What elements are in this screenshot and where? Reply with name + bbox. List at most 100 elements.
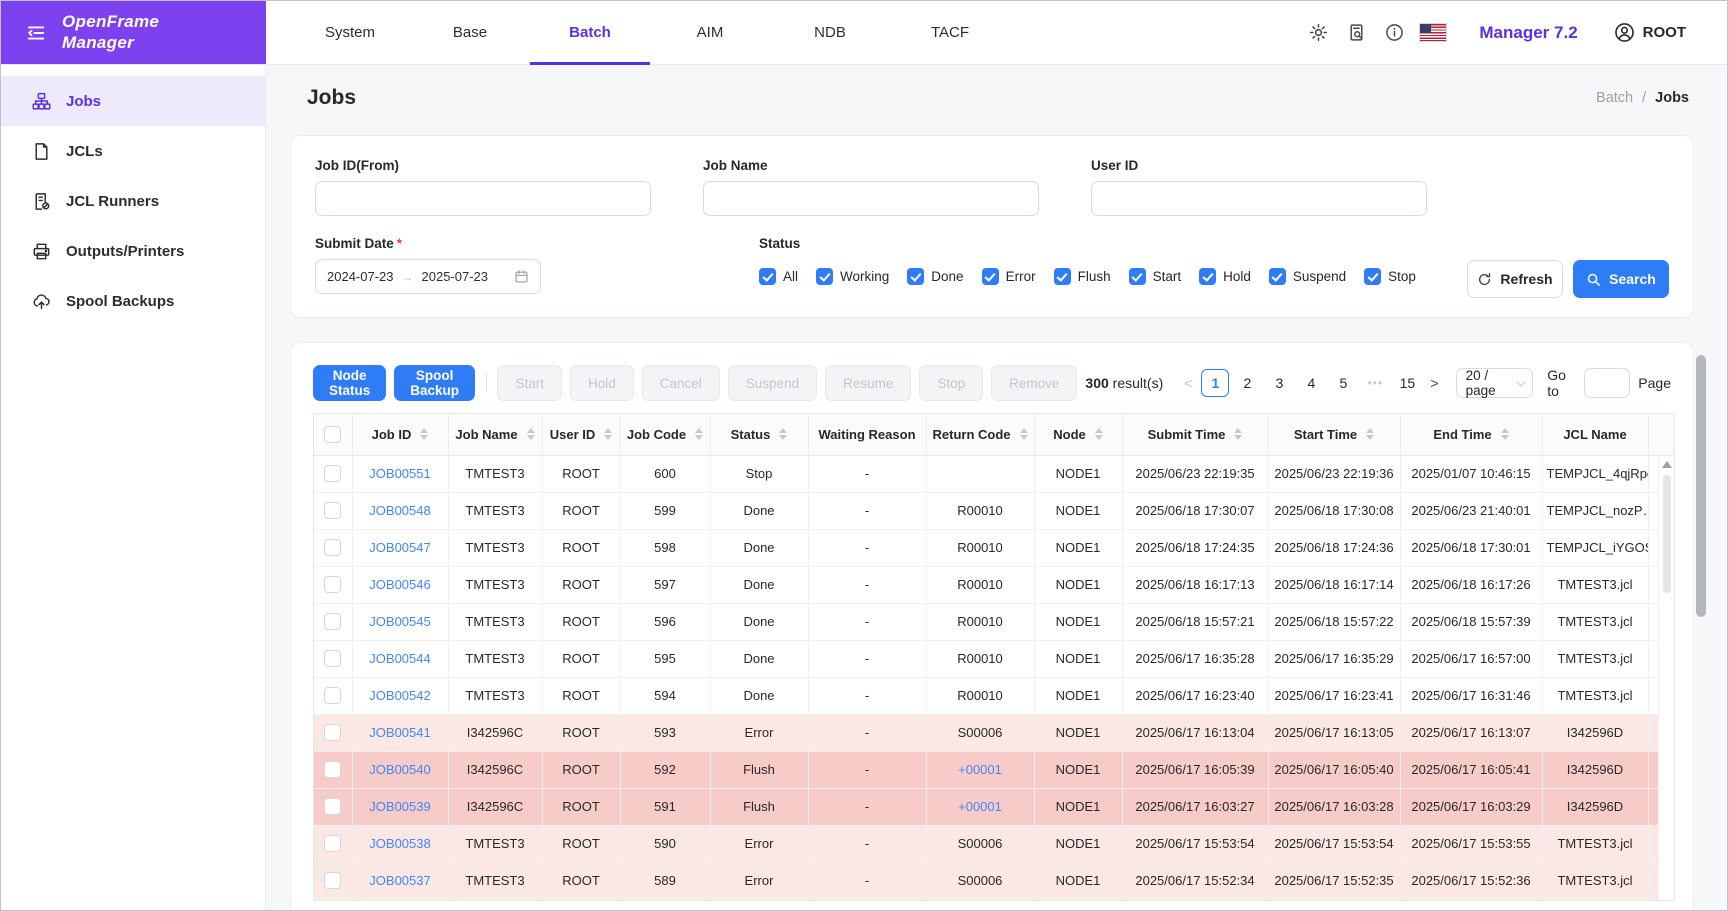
- node-status-button[interactable]: Node Status: [313, 365, 386, 401]
- select-all-checkbox[interactable]: [324, 426, 341, 443]
- row-checkbox[interactable]: [324, 687, 341, 704]
- job-name-input[interactable]: [703, 181, 1039, 216]
- hold-button[interactable]: Hold: [570, 365, 634, 401]
- nav-tab-batch[interactable]: Batch: [530, 1, 650, 64]
- col-header-end-time[interactable]: End Time: [1400, 414, 1542, 455]
- row-checkbox[interactable]: [324, 761, 341, 778]
- cancel-button[interactable]: Cancel: [642, 365, 720, 401]
- pagination-page-1[interactable]: 1: [1201, 369, 1229, 397]
- nav-tab-system[interactable]: System: [290, 1, 410, 64]
- job-id-link[interactable]: JOB00539: [369, 799, 430, 814]
- row-checkbox[interactable]: [324, 613, 341, 630]
- status-checkbox-start[interactable]: Start: [1129, 268, 1182, 285]
- sidebar-item-outputs-printers[interactable]: Outputs/Printers: [1, 226, 265, 276]
- scroll-up-icon[interactable]: [1662, 461, 1672, 468]
- status-checkbox-all[interactable]: All: [759, 268, 798, 285]
- job-id-link[interactable]: JOB00551: [369, 466, 430, 481]
- sort-icon[interactable]: [1020, 428, 1028, 440]
- job-id-link[interactable]: JOB00547: [369, 540, 430, 555]
- col-header-job-code[interactable]: Job Code: [620, 414, 710, 455]
- page-scrollbar-thumb[interactable]: [1696, 355, 1706, 617]
- job-id-link[interactable]: JOB00541: [369, 725, 430, 740]
- job-id-link[interactable]: JOB00544: [369, 651, 430, 666]
- col-header-jcl-name[interactable]: JCL Name: [1542, 414, 1648, 455]
- col-header-status[interactable]: Status: [710, 414, 808, 455]
- sort-icon[interactable]: [1234, 428, 1242, 440]
- sort-icon[interactable]: [1095, 428, 1103, 440]
- col-header-submit-time[interactable]: Submit Time: [1122, 414, 1268, 455]
- info-icon[interactable]: [1375, 16, 1413, 50]
- job-id-from-input[interactable]: [315, 181, 651, 216]
- col-header-user-id[interactable]: User ID: [542, 414, 620, 455]
- document-search-icon[interactable]: [1337, 16, 1375, 50]
- job-id-link[interactable]: JOB00538: [369, 836, 430, 851]
- goto-page-input[interactable]: [1584, 368, 1630, 398]
- sort-icon[interactable]: [779, 428, 787, 440]
- status-checkbox-suspend[interactable]: Suspend: [1269, 268, 1346, 285]
- job-id-link[interactable]: JOB00548: [369, 503, 430, 518]
- status-checkbox-flush[interactable]: Flush: [1054, 268, 1111, 285]
- pagination-page-4[interactable]: 4: [1297, 369, 1325, 397]
- spool-backup-button[interactable]: Spool Backup: [394, 365, 475, 401]
- status-checkbox-working[interactable]: Working: [816, 268, 889, 285]
- col-header-job-name[interactable]: Job Name: [448, 414, 542, 455]
- breadcrumb-parent[interactable]: Batch: [1596, 90, 1633, 106]
- table-scrollbar-thumb[interactable]: [1663, 475, 1671, 593]
- status-checkbox-done[interactable]: Done: [907, 268, 963, 285]
- job-id-link[interactable]: JOB00542: [369, 688, 430, 703]
- row-checkbox[interactable]: [324, 872, 341, 889]
- sort-icon[interactable]: [695, 428, 703, 440]
- suspend-button[interactable]: Suspend: [728, 365, 817, 401]
- us-flag-icon[interactable]: [1420, 24, 1446, 41]
- stop-button[interactable]: Stop: [919, 365, 983, 401]
- pagination-next[interactable]: >: [1423, 375, 1445, 391]
- row-checkbox[interactable]: [324, 798, 341, 815]
- job-id-link[interactable]: JOB00537: [369, 873, 430, 888]
- job-id-link[interactable]: JOB00540: [369, 762, 430, 777]
- gear-icon[interactable]: [1299, 16, 1337, 50]
- user-id-input[interactable]: [1091, 181, 1427, 216]
- col-header-start-time[interactable]: Start Time: [1268, 414, 1400, 455]
- status-checkbox-hold[interactable]: Hold: [1199, 268, 1251, 285]
- user-menu[interactable]: ROOT: [1614, 22, 1686, 43]
- table-scrollbar[interactable]: [1658, 456, 1674, 900]
- resume-button[interactable]: Resume: [825, 365, 911, 401]
- start-button[interactable]: Start: [497, 365, 562, 401]
- row-checkbox[interactable]: [324, 835, 341, 852]
- row-checkbox[interactable]: [324, 465, 341, 482]
- nav-tab-ndb[interactable]: NDB: [770, 1, 890, 64]
- status-checkbox-error[interactable]: Error: [982, 268, 1036, 285]
- nav-tab-aim[interactable]: AIM: [650, 1, 770, 64]
- sidebar-item-spool-backups[interactable]: Spool Backups: [1, 276, 265, 326]
- col-header-node[interactable]: Node: [1034, 414, 1122, 455]
- row-checkbox[interactable]: [324, 576, 341, 593]
- pagination-page-3[interactable]: 3: [1265, 369, 1293, 397]
- search-button[interactable]: Search: [1573, 260, 1669, 298]
- col-header-return-code[interactable]: Return Code: [926, 414, 1034, 455]
- page-scrollbar[interactable]: [1695, 65, 1707, 910]
- pagination-page-5[interactable]: 5: [1329, 369, 1357, 397]
- row-checkbox[interactable]: [324, 724, 341, 741]
- sidebar-item-jcls[interactable]: JCLs: [1, 126, 265, 176]
- row-checkbox[interactable]: [324, 539, 341, 556]
- sort-icon[interactable]: [527, 428, 535, 440]
- sort-icon[interactable]: [1501, 428, 1509, 440]
- col-header-job-id[interactable]: Job ID: [352, 414, 448, 455]
- job-id-link[interactable]: JOB00546: [369, 577, 430, 592]
- remove-button[interactable]: Remove: [991, 365, 1077, 401]
- row-checkbox[interactable]: [324, 502, 341, 519]
- refresh-button[interactable]: Refresh: [1467, 260, 1563, 298]
- nav-tab-tacf[interactable]: TACF: [890, 1, 1010, 64]
- pagination-page-2[interactable]: 2: [1233, 369, 1261, 397]
- row-checkbox[interactable]: [324, 650, 341, 667]
- col-header-waiting-reason[interactable]: Waiting Reason: [808, 414, 926, 455]
- sidebar-item-jobs[interactable]: Jobs: [1, 76, 265, 126]
- sort-icon[interactable]: [1366, 428, 1374, 440]
- nav-tab-base[interactable]: Base: [410, 1, 530, 64]
- pagination-page-15[interactable]: 15: [1393, 369, 1421, 397]
- job-id-link[interactable]: JOB00545: [369, 614, 430, 629]
- submit-date-range-input[interactable]: 2024-07-23 → 2025-07-23: [315, 259, 541, 294]
- menu-collapse-icon[interactable]: [26, 23, 46, 43]
- pagination-prev[interactable]: <: [1177, 375, 1199, 391]
- page-size-select[interactable]: 20 / page: [1456, 368, 1534, 398]
